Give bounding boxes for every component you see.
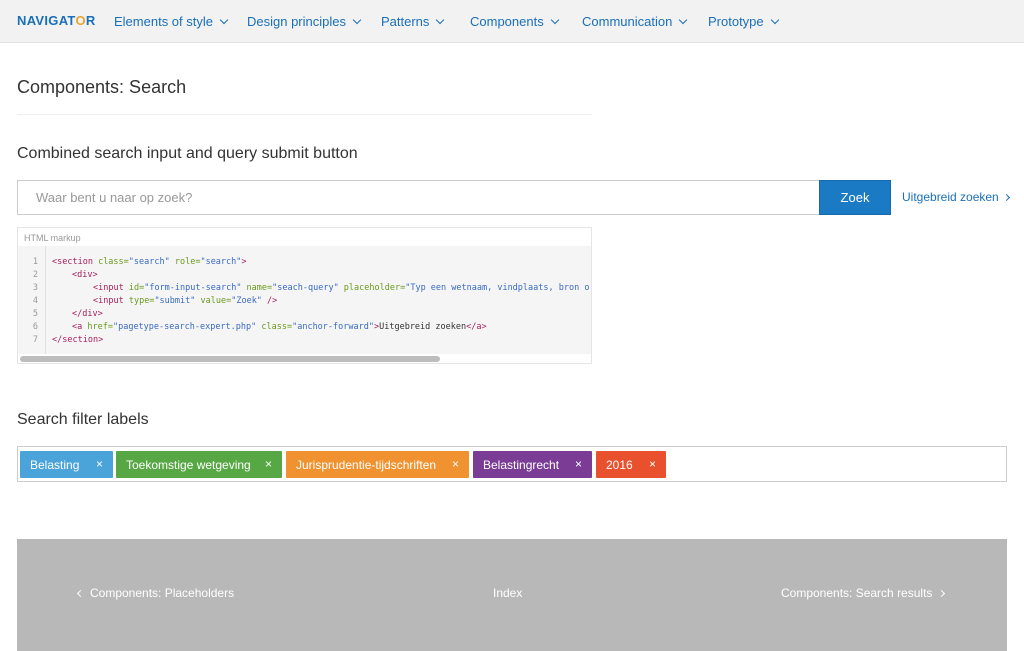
filter-chip-2016: 2016 × bbox=[596, 451, 666, 478]
filter-chip-jurisprudentie-tijdschriften: Jurisprudentie-tijdschriften × bbox=[286, 451, 469, 478]
chevron-down-icon bbox=[770, 15, 779, 25]
navigator-logo[interactable]: NAVIGATOR bbox=[17, 13, 96, 28]
filter-chip-belasting: Belasting × bbox=[20, 451, 113, 478]
code-horizontal-scrollbar[interactable] bbox=[20, 356, 440, 362]
chevron-down-icon bbox=[550, 15, 559, 25]
filter-chip-toekomstige-wetgeving: Toekomstige wetgeving × bbox=[116, 451, 282, 478]
code-line: <input type="submit" value="Zoek" /> bbox=[93, 296, 278, 306]
close-icon[interactable]: × bbox=[265, 457, 272, 471]
line-number: 7 bbox=[32, 335, 38, 345]
logo-text-main: NAVIGAT bbox=[17, 13, 76, 28]
line-number: 2 bbox=[32, 270, 38, 280]
chevron-left-icon bbox=[76, 589, 85, 597]
advanced-search-label: Uitgebreid zoeken bbox=[902, 190, 999, 204]
next-page-link[interactable]: Components: Search results bbox=[781, 586, 946, 600]
filter-chip-label: Belasting bbox=[30, 457, 80, 472]
code-area[interactable]: 1 2 3 4 5 6 7 <section class="search" ro… bbox=[18, 246, 591, 354]
line-number-gutter: 1 2 3 4 5 6 7 bbox=[18, 246, 46, 354]
footer-pagination: Components: Placeholders Index Component… bbox=[17, 539, 1007, 651]
nav-item-design-principles[interactable]: Design principles bbox=[247, 14, 362, 29]
code-line: <div> bbox=[72, 270, 98, 280]
search-input[interactable] bbox=[17, 180, 819, 215]
logo-text-end: R bbox=[85, 13, 96, 28]
page-title: Components: Search bbox=[17, 77, 187, 97]
code-line: <input id="form-input-search" name="seac… bbox=[93, 283, 590, 293]
search-submit-button[interactable]: Zoek bbox=[819, 180, 891, 215]
close-icon[interactable]: × bbox=[575, 457, 582, 471]
search-section-heading: Combined search input and query submit b… bbox=[17, 145, 358, 162]
prev-page-link[interactable]: Components: Placeholders bbox=[76, 586, 235, 600]
index-label: Index bbox=[493, 586, 523, 600]
advanced-search-link[interactable]: Uitgebreid zoeken bbox=[902, 190, 1010, 204]
chevron-right-icon bbox=[938, 589, 946, 597]
prev-page-label: Components: Placeholders bbox=[90, 586, 235, 600]
line-number: 4 bbox=[32, 296, 38, 306]
line-number: 3 bbox=[32, 283, 38, 293]
code-line: <section class="search" role="search"> bbox=[52, 257, 247, 267]
code-line: </section> bbox=[52, 335, 104, 345]
chevron-down-icon bbox=[352, 15, 362, 25]
logo-text-accent: O bbox=[75, 13, 86, 28]
filter-chip-label: Belastingrecht bbox=[483, 457, 560, 472]
line-number: 1 bbox=[32, 257, 38, 267]
top-navigation: NAVIGATOR Elements of style Design princ… bbox=[0, 0, 1024, 43]
code-line: </div> bbox=[72, 309, 103, 319]
nav-item-label: Components bbox=[470, 14, 544, 29]
filters-section-heading: Search filter labels bbox=[17, 411, 149, 428]
code-line: <a href="pagetype-search-expert.php" cla… bbox=[72, 322, 487, 332]
close-icon[interactable]: × bbox=[452, 457, 459, 471]
nav-item-prototype[interactable]: Prototype bbox=[708, 14, 779, 29]
nav-item-label: Communication bbox=[582, 14, 673, 29]
nav-item-communication[interactable]: Communication bbox=[582, 14, 688, 29]
filter-chip-belastingrecht: Belastingrecht × bbox=[473, 451, 592, 478]
filter-labels-container: Belasting × Toekomstige wetgeving × Juri… bbox=[17, 446, 1007, 482]
index-link[interactable]: Index bbox=[493, 586, 522, 600]
line-number: 6 bbox=[32, 322, 38, 332]
title-divider bbox=[17, 114, 592, 115]
code-label: HTML markup bbox=[24, 233, 81, 243]
chevron-right-icon bbox=[1002, 193, 1010, 201]
nav-item-label: Elements of style bbox=[114, 14, 213, 29]
chevron-down-icon bbox=[436, 15, 445, 25]
filter-chip-label: Jurisprudentie-tijdschriften bbox=[296, 457, 437, 472]
code-example: HTML markup 1 2 3 4 5 6 7 <section class… bbox=[17, 227, 592, 364]
nav-item-label: Prototype bbox=[708, 14, 764, 29]
filter-chip-label: 2016 bbox=[606, 457, 633, 472]
chevron-down-icon bbox=[679, 15, 688, 25]
next-page-label: Components: Search results bbox=[781, 586, 933, 600]
nav-item-components[interactable]: Components bbox=[470, 14, 559, 29]
nav-item-elements-of-style[interactable]: Elements of style bbox=[114, 14, 229, 29]
nav-item-patterns[interactable]: Patterns bbox=[381, 14, 445, 29]
chevron-down-icon bbox=[219, 15, 229, 25]
nav-item-label: Design principles bbox=[247, 14, 346, 29]
nav-item-label: Patterns bbox=[381, 14, 430, 29]
close-icon[interactable]: × bbox=[96, 457, 103, 471]
line-number: 5 bbox=[32, 309, 38, 319]
close-icon[interactable]: × bbox=[649, 457, 656, 471]
filter-chip-label: Toekomstige wetgeving bbox=[126, 457, 251, 472]
